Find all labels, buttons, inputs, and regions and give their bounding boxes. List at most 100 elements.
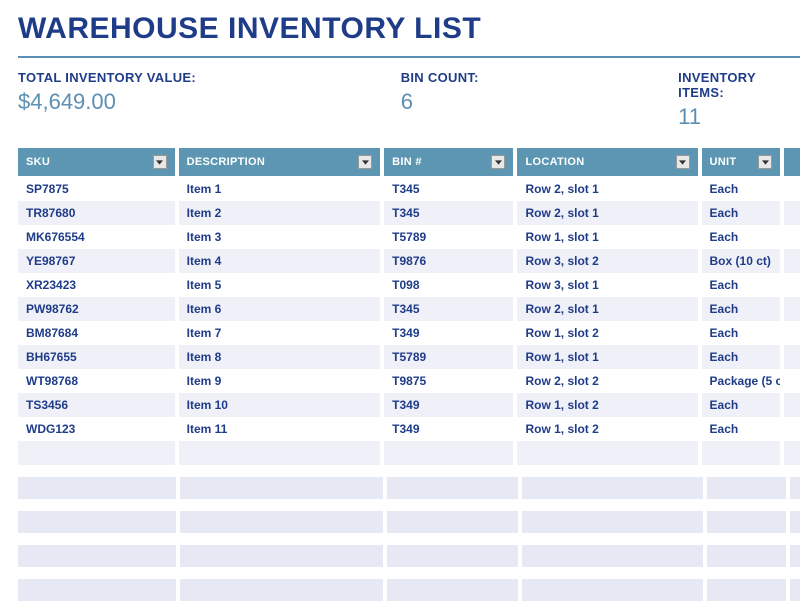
table-cell[interactable]: T349 xyxy=(384,417,513,441)
table-cell[interactable]: Item 9 xyxy=(179,369,381,393)
table-cell[interactable]: Item 11 xyxy=(179,417,381,441)
table-row[interactable]: TR87680Item 2T345Row 2, slot 1Each xyxy=(18,201,800,225)
column-header-partial[interactable] xyxy=(784,148,800,176)
table-cell[interactable]: T345 xyxy=(384,201,513,225)
table-row[interactable]: PW98762Item 6T345Row 2, slot 1Each xyxy=(18,297,800,321)
table-cell[interactable]: Each xyxy=(702,345,781,369)
table-cell[interactable]: Item 8 xyxy=(179,345,381,369)
column-label: LOCATION xyxy=(525,156,584,168)
table-cell[interactable]: YE98767 xyxy=(18,249,175,273)
filter-dropdown-icon[interactable] xyxy=(758,155,772,169)
table-cell[interactable]: PW98762 xyxy=(18,297,175,321)
table-cell[interactable]: T9875 xyxy=(384,369,513,393)
table-cell[interactable]: Item 3 xyxy=(179,225,381,249)
table-cell[interactable]: Each xyxy=(702,225,781,249)
summary-label: INVENTORY ITEMS: xyxy=(678,70,800,100)
table-row[interactable]: XR23423Item 5T098Row 3, slot 1Each xyxy=(18,273,800,297)
table-cell[interactable] xyxy=(784,249,800,273)
table-cell[interactable]: TR87680 xyxy=(18,201,175,225)
table-cell[interactable]: Each xyxy=(702,417,781,441)
table-cell[interactable]: Row 2, slot 1 xyxy=(517,297,697,321)
table-cell[interactable]: Item 1 xyxy=(179,177,381,201)
table-cell[interactable]: T349 xyxy=(384,321,513,345)
table-row[interactable]: WDG123Item 11T349Row 1, slot 2Each xyxy=(18,417,800,441)
summary-label: BIN COUNT: xyxy=(401,70,678,85)
table-cell[interactable]: Item 4 xyxy=(179,249,381,273)
table-cell[interactable]: SP7875 xyxy=(18,177,175,201)
table-cell[interactable]: Each xyxy=(702,273,781,297)
table-cell[interactable]: Row 2, slot 1 xyxy=(517,201,697,225)
table-row[interactable]: YE98767Item 4T9876Row 3, slot 2Box (10 c… xyxy=(18,249,800,273)
table-cell[interactable]: Row 3, slot 2 xyxy=(517,249,697,273)
column-label: DESCRIPTION xyxy=(187,156,265,168)
table-cell[interactable]: T5789 xyxy=(384,225,513,249)
table-cell[interactable]: Each xyxy=(702,177,781,201)
table-cell-empty xyxy=(18,441,175,465)
column-header-bin[interactable]: BIN # xyxy=(384,148,513,176)
empty-cell xyxy=(707,545,786,567)
column-header-unit[interactable]: UNIT xyxy=(702,148,781,176)
table-row[interactable]: SP7875Item 1T345Row 2, slot 1Each xyxy=(18,177,800,201)
table-cell[interactable]: WT98768 xyxy=(18,369,175,393)
table-cell[interactable] xyxy=(784,417,800,441)
table-row[interactable]: TS3456Item 10T349Row 1, slot 2Each xyxy=(18,393,800,417)
table-row[interactable]: BM87684Item 7T349Row 1, slot 2Each xyxy=(18,321,800,345)
table-cell[interactable]: TS3456 xyxy=(18,393,175,417)
table-cell[interactable]: T349 xyxy=(384,393,513,417)
table-cell[interactable]: Row 2, slot 2 xyxy=(517,369,697,393)
table-cell[interactable]: WDG123 xyxy=(18,417,175,441)
table-cell[interactable] xyxy=(784,297,800,321)
table-cell[interactable] xyxy=(784,321,800,345)
table-cell[interactable]: Each xyxy=(702,393,781,417)
table-cell[interactable]: Item 7 xyxy=(179,321,381,345)
table-cell[interactable] xyxy=(784,345,800,369)
table-cell[interactable]: T345 xyxy=(384,177,513,201)
table-cell[interactable]: Row 1, slot 2 xyxy=(517,393,697,417)
filter-dropdown-icon[interactable] xyxy=(491,155,505,169)
filter-dropdown-icon[interactable] xyxy=(153,155,167,169)
column-header-location[interactable]: LOCATION xyxy=(517,148,697,176)
table-cell[interactable] xyxy=(784,225,800,249)
filter-dropdown-icon[interactable] xyxy=(358,155,372,169)
table-cell[interactable]: Row 3, slot 1 xyxy=(517,273,697,297)
table-cell[interactable]: Item 5 xyxy=(179,273,381,297)
table-cell[interactable]: Row 1, slot 1 xyxy=(517,225,697,249)
table-cell[interactable]: T5789 xyxy=(384,345,513,369)
table-row[interactable]: BH67655Item 8T5789Row 1, slot 1Each xyxy=(18,345,800,369)
table-cell[interactable]: Item 2 xyxy=(179,201,381,225)
table-cell[interactable] xyxy=(784,369,800,393)
table-cell-empty xyxy=(784,441,800,465)
table-cell[interactable]: Item 10 xyxy=(179,393,381,417)
table-cell[interactable]: Each xyxy=(702,297,781,321)
table-cell[interactable]: T098 xyxy=(384,273,513,297)
column-header-sku[interactable]: SKU xyxy=(18,148,175,176)
table-cell[interactable]: XR23423 xyxy=(18,273,175,297)
column-label: BIN # xyxy=(392,156,422,168)
table-cell[interactable]: Row 1, slot 1 xyxy=(517,345,697,369)
table-cell[interactable]: MK676554 xyxy=(18,225,175,249)
table-cell[interactable]: Row 1, slot 2 xyxy=(517,417,697,441)
table-cell[interactable]: T345 xyxy=(384,297,513,321)
table-cell[interactable]: Row 1, slot 2 xyxy=(517,321,697,345)
table-cell[interactable]: Package (5 ct) xyxy=(702,369,781,393)
table-cell[interactable]: T9876 xyxy=(384,249,513,273)
table-cell[interactable]: Row 2, slot 1 xyxy=(517,177,697,201)
filter-dropdown-icon[interactable] xyxy=(676,155,690,169)
table-cell[interactable]: BH67655 xyxy=(18,345,175,369)
empty-rows-area xyxy=(18,477,800,601)
table-cell[interactable]: Each xyxy=(702,321,781,345)
table-row[interactable]: MK676554Item 3T5789Row 1, slot 1Each xyxy=(18,225,800,249)
table-row[interactable]: WT98768Item 9T9875Row 2, slot 2Package (… xyxy=(18,369,800,393)
table-cell[interactable] xyxy=(784,201,800,225)
page-title: WAREHOUSE INVENTORY LIST xyxy=(18,12,800,58)
table-cell[interactable] xyxy=(784,393,800,417)
table-cell[interactable] xyxy=(784,273,800,297)
table-cell[interactable]: Each xyxy=(702,201,781,225)
column-header-description[interactable]: DESCRIPTION xyxy=(179,148,381,176)
empty-cell xyxy=(18,545,176,567)
empty-cell xyxy=(180,511,383,533)
table-cell[interactable]: Box (10 ct) xyxy=(702,249,781,273)
table-cell[interactable] xyxy=(784,177,800,201)
table-cell[interactable]: Item 6 xyxy=(179,297,381,321)
table-cell[interactable]: BM87684 xyxy=(18,321,175,345)
